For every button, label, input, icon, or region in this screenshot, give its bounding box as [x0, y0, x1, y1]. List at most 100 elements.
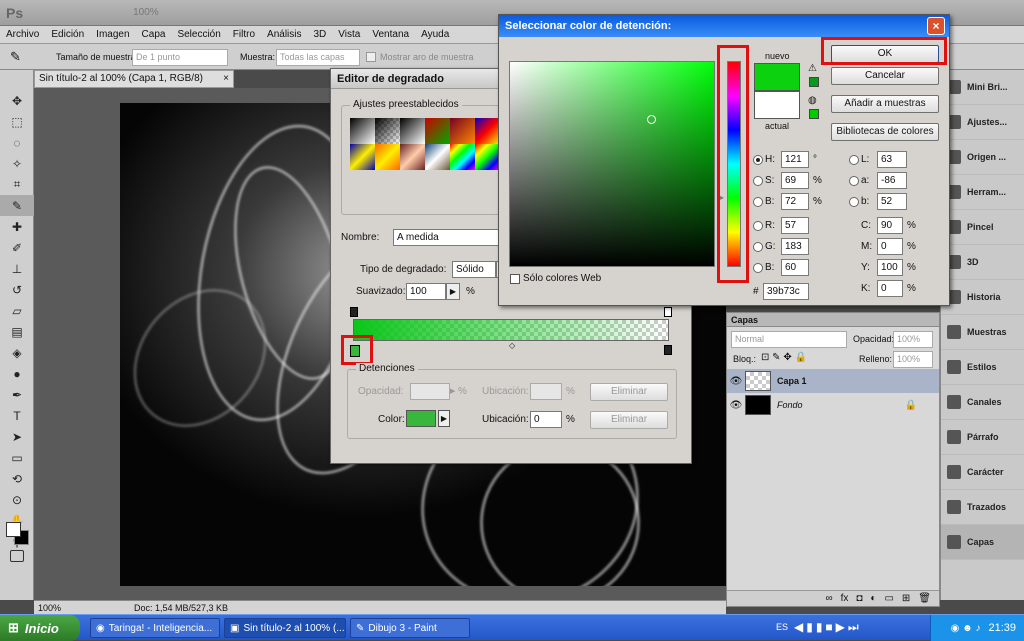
opacity-input[interactable]: 100%	[893, 331, 933, 348]
dock-estilos[interactable]: Estilos	[941, 350, 1024, 385]
layer-style-icon[interactable]: fx	[841, 593, 849, 604]
preset-blue-yellow-blue[interactable]	[350, 144, 375, 170]
cancel-button[interactable]: Cancelar	[831, 67, 939, 85]
dock-herramientas[interactable]: Herram...	[941, 175, 1024, 210]
hex-input[interactable]: 39b73c	[763, 283, 809, 300]
crop-tool-icon[interactable]: ⌗	[0, 174, 34, 195]
r-input[interactable]: 57	[781, 217, 809, 234]
smoothness-arrow-icon[interactable]: ▶	[446, 283, 460, 300]
sample-select[interactable]: Todas las capas	[276, 49, 360, 66]
stop-location-input[interactable]	[530, 383, 562, 400]
s-radio[interactable]	[753, 176, 763, 186]
blue-radio[interactable]	[753, 263, 763, 273]
web-colors-checkbox[interactable]	[510, 274, 520, 284]
l-radio[interactable]	[849, 155, 859, 165]
history-brush-icon[interactable]: ↺	[0, 279, 34, 300]
dock-pincel[interactable]: Pincel	[941, 210, 1024, 245]
preset-black-white[interactable]	[400, 118, 425, 144]
opacity-stop-left[interactable]	[350, 307, 358, 317]
g-input[interactable]: 183	[781, 238, 809, 255]
blue-input[interactable]: 60	[781, 259, 809, 276]
zoom-readout[interactable]: 100%	[133, 7, 159, 18]
current-color-swatch[interactable]	[754, 91, 800, 119]
quick-select-tool-icon[interactable]: ✧	[0, 153, 34, 174]
dock-capas[interactable]: Capas	[941, 525, 1024, 560]
path-select-icon[interactable]: ➤	[0, 426, 34, 447]
dock-historia[interactable]: Historia	[941, 280, 1024, 315]
menu-edicion[interactable]: Edición	[45, 26, 90, 44]
tray-icons[interactable]: ◉ ☻ ♪	[951, 623, 981, 634]
task-photoshop[interactable]: ▣ Sin título-2 al 100% (...	[224, 618, 346, 638]
preset-copper[interactable]	[400, 144, 425, 170]
web-safe-swatch[interactable]	[809, 109, 819, 119]
sample-ring-checkbox[interactable]	[366, 52, 376, 62]
document-tab[interactable]: Sin título-2 al 100% (Capa 1, RGB/8) ×	[34, 70, 234, 88]
healing-tool-icon[interactable]: ✚	[0, 216, 34, 237]
h-input[interactable]: 121	[781, 151, 809, 168]
dock-origen[interactable]: Origen ...	[941, 140, 1024, 175]
eyedropper-tool-icon[interactable]: ✎	[0, 195, 34, 216]
dock-canales[interactable]: Canales	[941, 385, 1024, 420]
delete-color-stop-button[interactable]: Eliminar	[590, 411, 668, 429]
k-input[interactable]: 0	[877, 280, 903, 297]
lab-b-radio[interactable]	[849, 197, 859, 207]
quick-mask-icon[interactable]	[10, 550, 24, 562]
layer-row-fondo[interactable]: 👁 Fondo 🔒	[727, 393, 939, 417]
color-stop-right[interactable]	[664, 345, 672, 355]
lock-icons[interactable]: ⊡ ✎ ✥ 🔒	[761, 352, 807, 363]
move-tool-icon[interactable]: ✥	[0, 90, 34, 111]
stamp-tool-icon[interactable]: ⊥	[0, 258, 34, 279]
web-safe-warning-icon[interactable]: ◍	[808, 95, 817, 106]
layer-name[interactable]: Capa 1	[777, 376, 807, 386]
eyedropper-icon[interactable]: ✎	[10, 49, 21, 65]
l-input[interactable]: 63	[877, 151, 907, 168]
dock-ajustes[interactable]: Ajustes...	[941, 105, 1024, 140]
preset-chrome[interactable]	[425, 144, 450, 170]
brush-tool-icon[interactable]: ✐	[0, 237, 34, 258]
color-libraries-button[interactable]: Bibliotecas de colores	[831, 123, 939, 141]
menu-ayuda[interactable]: Ayuda	[415, 26, 455, 44]
lab-b-input[interactable]: 52	[877, 193, 907, 210]
delete-opacity-stop-button[interactable]: Eliminar	[590, 383, 668, 401]
a-radio[interactable]	[849, 176, 859, 186]
media-controls[interactable]: ◀▮▮■▶⏭	[794, 620, 862, 635]
b-input[interactable]: 72	[781, 193, 809, 210]
preset-spectrum[interactable]	[450, 144, 475, 170]
a-input[interactable]: -86	[877, 172, 907, 189]
status-zoom[interactable]: 100%	[38, 603, 78, 613]
name-input[interactable]: A medida	[393, 229, 499, 246]
midpoint-diamond-icon[interactable]: ◇	[509, 341, 515, 350]
dock-caracter[interactable]: Carácter	[941, 455, 1024, 490]
m-input[interactable]: 0	[877, 238, 903, 255]
gradient-tool-icon[interactable]: ▤	[0, 321, 34, 342]
lasso-tool-icon[interactable]: ◌	[0, 132, 34, 153]
preset-fg-bg[interactable]	[350, 118, 375, 144]
preset-transparent-rainbow[interactable]	[475, 144, 500, 170]
preset-swatches[interactable]	[350, 118, 500, 170]
preset-fg-transparent[interactable]	[375, 118, 400, 144]
stop-color-swatch[interactable]	[406, 410, 436, 427]
menu-analisis[interactable]: Análisis	[261, 26, 307, 44]
menu-filtro[interactable]: Filtro	[227, 26, 261, 44]
3d-orbit-icon[interactable]: ⊙	[0, 489, 34, 510]
c-input[interactable]: 90	[877, 217, 903, 234]
color-location-input[interactable]: 0	[530, 411, 562, 428]
close-icon[interactable]: ×	[927, 17, 945, 35]
group-icon[interactable]: ▭	[884, 593, 893, 604]
menu-capa[interactable]: Capa	[136, 26, 172, 44]
menu-3d[interactable]: 3D	[308, 26, 333, 44]
stop-opacity-arrow-icon[interactable]: ▶	[450, 383, 458, 400]
opacity-stop-right[interactable]	[664, 307, 672, 317]
preset-violet-orange[interactable]	[450, 118, 475, 144]
dock-mini-bridge[interactable]: Mini Bri...	[941, 70, 1024, 105]
b-radio[interactable]	[753, 197, 763, 207]
language-indicator[interactable]: ES	[776, 622, 788, 632]
task-paint[interactable]: ✎ Dibujo 3 - Paint	[350, 618, 470, 638]
dodge-tool-icon[interactable]: ●	[0, 363, 34, 384]
sample-size-select[interactable]: De 1 punto	[132, 49, 228, 66]
menu-imagen[interactable]: Imagen	[90, 26, 135, 44]
gradient-type-select[interactable]: Sólido	[452, 261, 496, 278]
menu-vista[interactable]: Vista	[332, 26, 366, 44]
dock-3d[interactable]: 3D	[941, 245, 1024, 280]
preset-orange-yellow[interactable]	[375, 144, 400, 170]
